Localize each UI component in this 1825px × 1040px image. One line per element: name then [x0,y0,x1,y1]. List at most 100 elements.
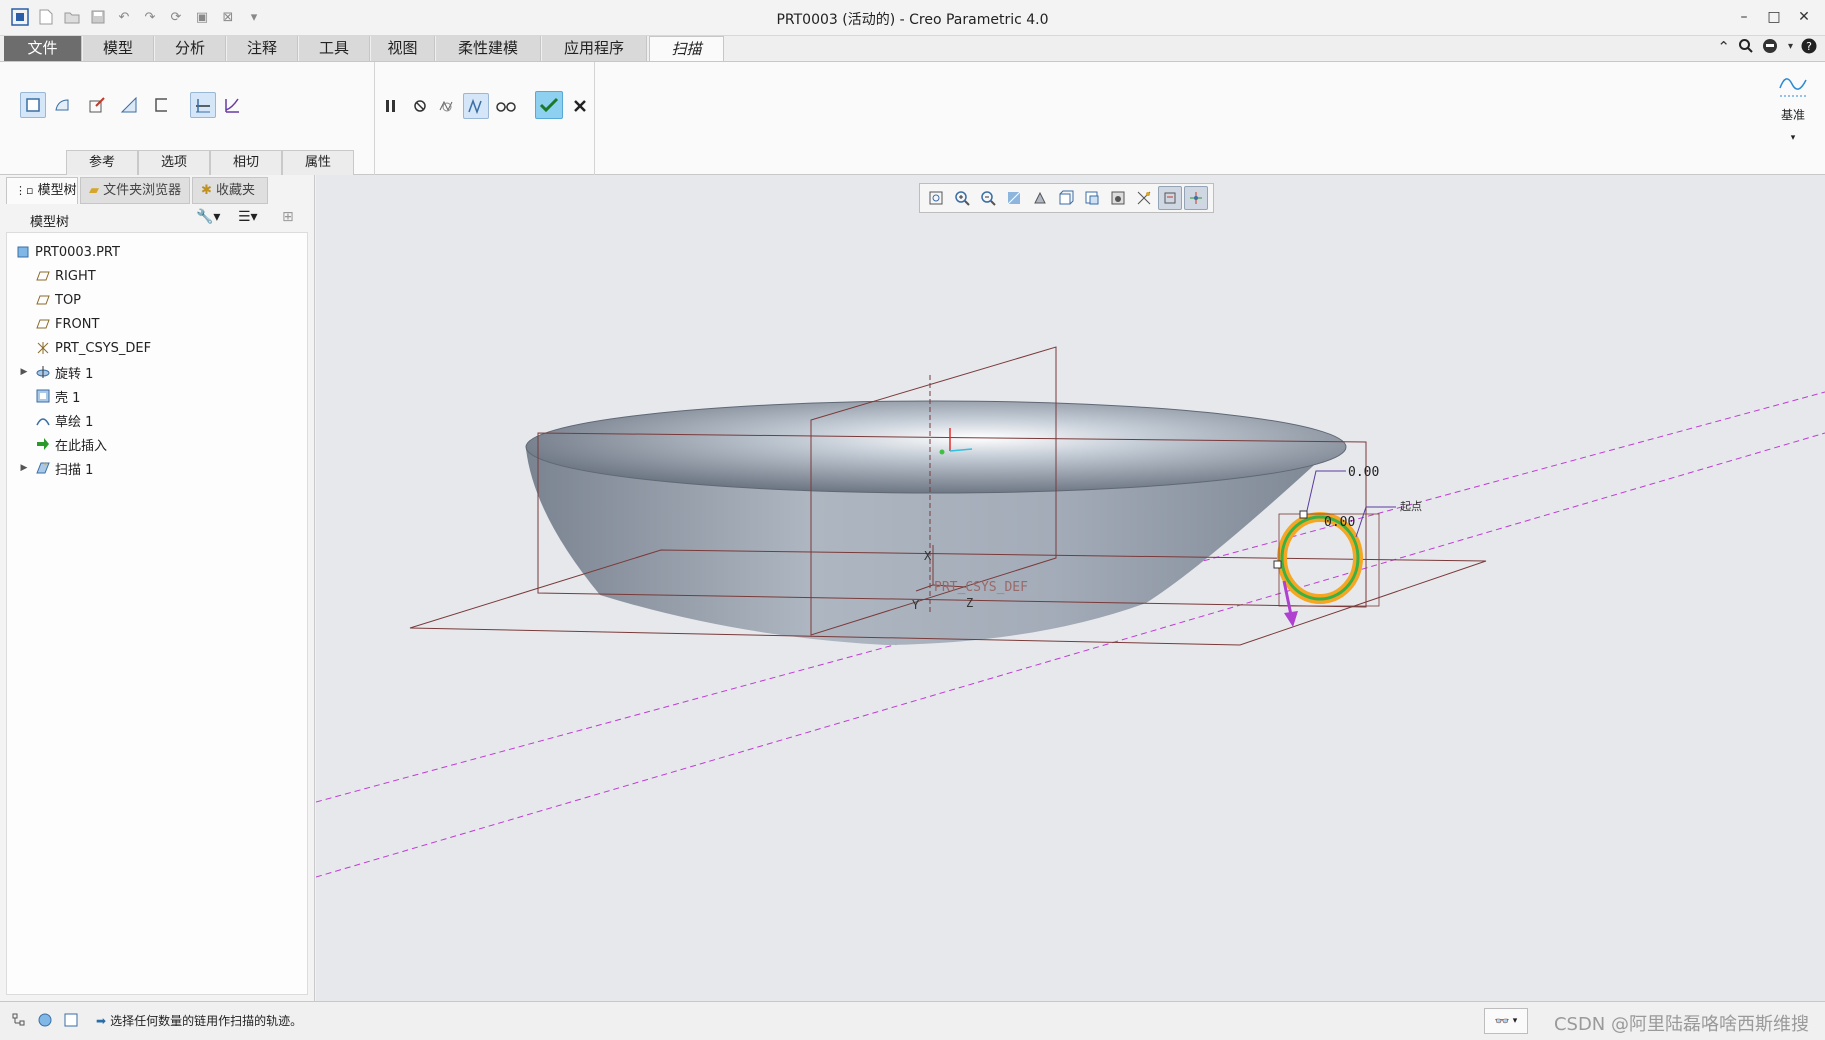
tab-favorites[interactable]: ✱ 收藏夹 [192,177,268,204]
window-controls: – □ ✕ [1729,4,1819,30]
status-bar: ➡ 选择任何数量的链用作扫描的轨迹。 👓 ▾ CSDN @阿里陆磊咯啥西斯维搜 [0,1001,1825,1040]
creo-window: ↶ ↷ ⟳ ▣ ⊠ ▾ PRT0003 (活动的) - Creo Paramet… [0,0,1825,1040]
tree-item-part[interactable]: PRT0003.PRT [15,241,120,263]
variable-section-button[interactable] [219,92,245,118]
folder-icon: ▰ [89,183,99,198]
datum-plane-icon [35,292,51,308]
axis-label-x: X [924,549,932,563]
subtab-options[interactable]: 选项 [138,150,210,175]
dimension-lower[interactable]: 0.00 [1324,515,1355,530]
tree-item-label: PRT_CSYS_DEF [55,340,152,356]
tab-favorites-label: 收藏夹 [216,183,256,198]
show-icon[interactable]: ☰▾ [238,209,258,225]
svg-text:*: * [44,461,48,469]
dropdown-arrow-icon[interactable]: ▾ [1788,41,1793,58]
constant-section-button[interactable] [190,92,216,118]
tree-item-top[interactable]: TOP [35,289,81,311]
insert-arrow-icon [35,436,51,452]
model-tree: PRT0003.PRT RIGHT TOP FRONT PRT_CSYS_DEF… [6,233,308,995]
datum-label: 基准 [1780,108,1805,122]
graphics-window[interactable]: X Y Z PRT_CSYS_DEF 0.00 0.00 起点 [316,175,1825,1001]
collapse-ribbon-icon[interactable]: ⌃ [1717,38,1730,58]
tree-item-csys[interactable]: PRT_CSYS_DEF [35,337,151,359]
tree-item-label: 旋转 1 [55,366,94,382]
drag-handle[interactable] [1299,510,1308,519]
thicken-sketch-button[interactable] [148,92,174,118]
pause-button[interactable] [378,93,404,119]
tree-item-label: PRT0003.PRT [35,244,120,260]
glasses-preview-button[interactable] [493,93,519,119]
community-icon[interactable] [1762,38,1780,58]
binoculars-icon: 👓 [1494,1014,1510,1028]
ribbon-tabs: 文件 模型 分析 注释 工具 视图 柔性建模 应用程序 扫描 ⌃ ▾ ? [0,36,1825,62]
datum-dropdown-icon[interactable]: ▾ [1771,133,1815,143]
datum-group[interactable]: 基准 ▾ [1771,70,1815,143]
dimension-upper[interactable]: 0.00 [1348,465,1379,480]
drag-handle[interactable] [1273,560,1282,569]
tab-tools[interactable]: 工具 [299,36,370,61]
tree-item-label: 扫描 1 [55,462,94,478]
selection-filter[interactable]: 👓 ▾ [1484,1008,1528,1034]
settings-icon[interactable]: 🔧▾ [196,209,220,225]
model-tree-toggle-icon[interactable] [10,1011,28,1029]
tree-item-sweep[interactable]: ▶ * 扫描 1 [17,457,94,479]
expand-arrow-icon[interactable]: ▶ [17,463,31,473]
fullscreen-toggle-icon[interactable] [62,1011,80,1029]
csys-green-point [939,449,945,455]
search-icon[interactable] [1738,38,1754,58]
subtab-references[interactable]: 参考 [66,150,138,175]
browser-toggle-icon[interactable] [36,1011,54,1029]
verify-mode-button[interactable] [463,93,489,119]
close-button[interactable]: ✕ [1789,4,1819,30]
tree-item-sketch[interactable]: 草绘 1 [35,409,93,431]
tab-model-tree[interactable]: ⋮▫ 模型树 [6,177,78,204]
status-message-text: 选择任何数量的链用作扫描的轨迹。 [110,1014,303,1028]
subtab-properties[interactable]: 属性 [282,150,354,175]
sweep-dashboard: 参考 选项 相切 属性 基准 ▾ [0,61,1825,175]
preview-geometry-button[interactable] [434,93,460,119]
tree-item-label: 草绘 1 [55,414,94,430]
window-title: PRT0003 (活动的) - Creo Parametric 4.0 [776,12,1049,28]
tab-folder-browser[interactable]: ▰ 文件夹浏览器 [80,177,190,204]
cancel-button[interactable] [567,93,593,119]
tab-model[interactable]: 模型 [83,36,154,61]
remove-material-button[interactable] [116,92,142,118]
tab-applications[interactable]: 应用程序 [542,36,647,61]
filter-icon[interactable]: ⊞ [282,209,294,225]
bowl-inner-surface[interactable] [526,401,1346,493]
model-tree-header: 模型树 🔧▾ ☰▾ ⊞ [6,205,308,233]
accept-button[interactable] [535,91,563,119]
dropdown-arrow-icon: ▾ [1512,1016,1518,1026]
csys-label: PRT_CSYS_DEF [934,580,1028,595]
help-icon[interactable]: ? [1801,38,1817,58]
svg-text:?: ? [1806,40,1812,53]
tree-icon: ⋮▫ [15,184,34,197]
solid-sweep-button[interactable] [20,92,46,118]
tree-item-right[interactable]: RIGHT [35,265,96,287]
expand-arrow-icon[interactable]: ▶ [17,367,31,377]
no-preview-button[interactable] [407,93,433,119]
tree-item-shell[interactable]: 壳 1 [35,385,80,407]
datum-plane-icon [35,268,51,284]
edit-section-button[interactable] [84,92,110,118]
tree-item-insert-here[interactable]: 在此插入 [35,433,107,455]
maximize-button[interactable]: □ [1759,4,1789,30]
tab-sweep[interactable]: 扫描 [649,36,724,61]
minimize-button[interactable]: – [1729,4,1759,30]
tree-item-revolve[interactable]: ▶ 旋转 1 [17,361,93,383]
model-scene: X Y Z PRT_CSYS_DEF 0.00 0.00 起点 [316,346,1825,878]
tab-annotate[interactable]: 注释 [227,36,298,61]
tab-analysis[interactable]: 分析 [155,36,226,61]
axis-label-y: Y [912,598,920,612]
start-point-label: 起点 [1400,500,1422,513]
status-message: ➡ 选择任何数量的链用作扫描的轨迹。 [96,1012,302,1029]
star-icon: ✱ [201,183,212,198]
tree-item-label: 在此插入 [55,438,108,454]
subtab-tangency[interactable]: 相切 [210,150,282,175]
tab-view[interactable]: 视图 [371,36,435,61]
tab-file[interactable]: 文件 [4,36,82,61]
tab-flexible-modeling[interactable]: 柔性建模 [436,36,541,61]
surface-sweep-button[interactable] [49,92,75,118]
tree-item-front[interactable]: FRONT [35,313,99,335]
ribbon-right-controls: ⌃ ▾ ? [1717,38,1817,58]
